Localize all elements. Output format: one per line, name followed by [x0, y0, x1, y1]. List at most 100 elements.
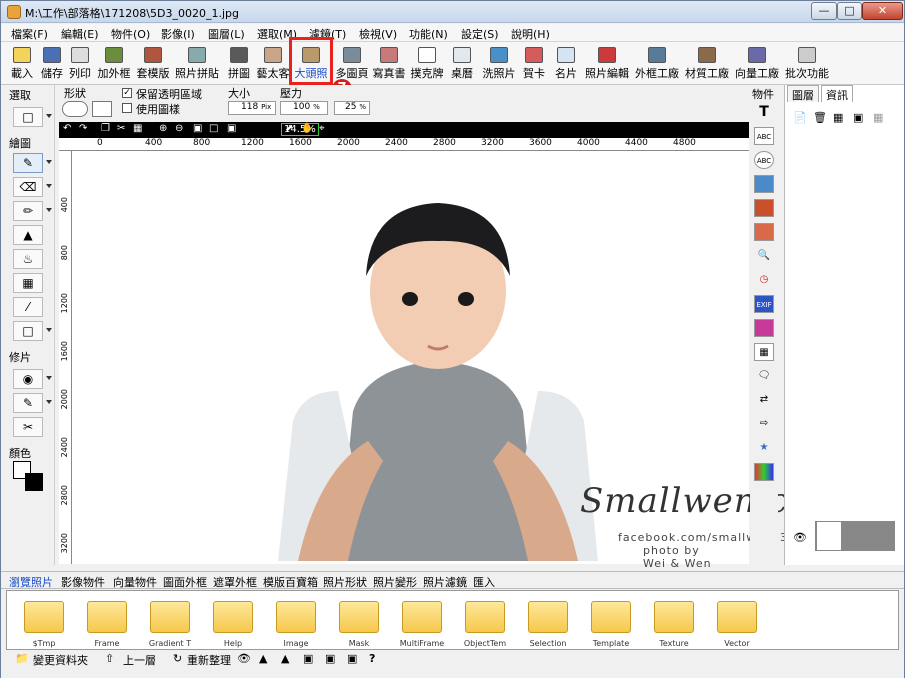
- pattern-icon[interactable]: [754, 463, 774, 481]
- pressure-field[interactable]: 100 %: [280, 101, 328, 115]
- layer-props-icon[interactable]: ▦: [833, 111, 843, 124]
- clone-tool[interactable]: ✂: [13, 417, 43, 437]
- circle-text-icon[interactable]: ABC: [754, 151, 774, 169]
- tab-photo-shapes[interactable]: 照片形狀: [323, 574, 367, 590]
- minimize-button[interactable]: —: [811, 2, 837, 20]
- brush-tool[interactable]: ✎: [13, 153, 52, 173]
- calendar-grid-icon[interactable]: ▦: [754, 343, 774, 361]
- sunset-object-icon[interactable]: [754, 199, 774, 217]
- print-photo-button[interactable]: 洗照片: [479, 44, 519, 84]
- folder-item[interactable]: $Tmp: [15, 597, 73, 651]
- help-button[interactable]: ?: [369, 652, 375, 665]
- menu-image[interactable]: 影像(I): [161, 26, 195, 42]
- tab-import[interactable]: 匯入: [473, 574, 495, 590]
- arrows-icon[interactable]: ⇄: [754, 391, 774, 409]
- folder-item[interactable]: Gradient T: [141, 597, 199, 651]
- arrow-right-icon[interactable]: ⇨: [754, 415, 774, 433]
- keep-transparent-checkbox[interactable]: ✓: [122, 88, 132, 98]
- folder-item[interactable]: Texture: [645, 597, 703, 651]
- add-frame-button[interactable]: 加外框: [95, 44, 133, 84]
- tab-templates[interactable]: 模版百寶箱: [263, 574, 318, 590]
- exif-icon[interactable]: EXIF: [754, 295, 774, 313]
- menu-file[interactable]: 檔案(F): [11, 26, 48, 42]
- namecard-button[interactable]: 名片: [551, 44, 581, 84]
- eye-view-icon[interactable]: 👁: [237, 652, 251, 665]
- folder-item[interactable]: ObjectTem: [456, 597, 514, 651]
- pencil-tool[interactable]: ✏: [13, 201, 52, 221]
- up-level-button[interactable]: 上一層: [123, 652, 156, 668]
- size-field[interactable]: 118 Pix: [228, 101, 276, 115]
- photo-edit-button[interactable]: 照片編輯: [583, 44, 631, 84]
- background-color-swatch[interactable]: [25, 473, 43, 491]
- hand-icon[interactable]: ✋: [301, 123, 313, 134]
- menu-help[interactable]: 說明(H): [511, 26, 550, 42]
- tab-browse-photos[interactable]: 瀏覽照片: [9, 574, 53, 590]
- use-layers-checkbox[interactable]: [122, 103, 132, 113]
- tab-info[interactable]: 資訊: [821, 85, 853, 102]
- retouch-brush-tool[interactable]: ✎: [13, 393, 52, 413]
- thumb-medium-icon[interactable]: ▣: [325, 652, 335, 665]
- shape-tool[interactable]: □: [13, 321, 52, 341]
- poker-button[interactable]: 撲克牌: [409, 44, 445, 84]
- folder-item[interactable]: Mask: [330, 597, 388, 651]
- magnifier-icon[interactable]: 🔍: [754, 247, 774, 265]
- fit-width-icon[interactable]: ▣: [227, 123, 236, 134]
- menu-view[interactable]: 檢視(V): [359, 26, 397, 42]
- extra-field[interactable]: 25 %: [334, 101, 370, 115]
- zoom-out-icon[interactable]: ⊖: [175, 123, 183, 134]
- actual-size-icon[interactable]: □: [209, 123, 218, 134]
- template-button[interactable]: 套模版: [135, 44, 171, 84]
- artist-button[interactable]: 藝太客: [255, 44, 291, 84]
- tab-image-objects[interactable]: 影像物件: [61, 574, 105, 590]
- menu-object[interactable]: 物件(O): [111, 26, 150, 42]
- text-tool-icon[interactable]: T: [754, 103, 774, 121]
- maximize-button[interactable]: □: [837, 2, 862, 20]
- rect-select-tool[interactable]: □: [13, 107, 52, 127]
- new-layer-icon[interactable]: 📄: [793, 111, 807, 124]
- close-button[interactable]: ✕: [862, 2, 903, 20]
- folder-item[interactable]: Image: [267, 597, 325, 651]
- copy-icon[interactable]: ❐: [101, 123, 110, 134]
- cut-icon[interactable]: ✂: [117, 123, 125, 134]
- folder-item[interactable]: MultiFrame: [393, 597, 451, 651]
- star-icon[interactable]: ★: [754, 439, 774, 457]
- fill-tool[interactable]: ♨: [13, 249, 43, 269]
- menu-edit[interactable]: 編輯(E): [61, 26, 99, 42]
- zoom-in-icon[interactable]: ⊕: [159, 123, 167, 134]
- thumb-large-icon[interactable]: ▣: [347, 652, 357, 665]
- red-eye-tool[interactable]: ◉: [13, 369, 52, 389]
- cake-icon[interactable]: [754, 319, 774, 337]
- up-level-icon[interactable]: ⇧: [105, 652, 114, 665]
- change-folder-icon[interactable]: 📁: [15, 652, 29, 665]
- thumb-small-icon[interactable]: ▣: [303, 652, 313, 665]
- eyedropper-tool[interactable]: ⁄: [13, 297, 43, 317]
- load-button[interactable]: 載入: [7, 44, 37, 84]
- crosshair-icon[interactable]: ⌖: [319, 123, 325, 134]
- tab-mask-frames[interactable]: 遮罩外框: [213, 574, 257, 590]
- layer-merge-icon[interactable]: ▦: [873, 111, 883, 124]
- menu-function[interactable]: 功能(N): [409, 26, 448, 42]
- change-folder-button[interactable]: 變更資料夾: [33, 652, 88, 668]
- folder-item[interactable]: Help: [204, 597, 262, 651]
- photo-canvas[interactable]: Smallwen.com facebook.com/smallwen53 pho…: [98, 161, 842, 570]
- refresh-icon[interactable]: ↻: [173, 652, 182, 665]
- gradient-tool[interactable]: ▦: [13, 273, 43, 293]
- folder-item[interactable]: Template: [582, 597, 640, 651]
- sort-up-icon[interactable]: ▲: [259, 652, 267, 665]
- layer-image-icon[interactable]: ▣: [853, 111, 863, 124]
- refresh-button[interactable]: 重新整理: [187, 652, 231, 668]
- layer-thumbnail[interactable]: [815, 521, 895, 551]
- sort-down-icon[interactable]: ▲: [281, 652, 289, 665]
- image-object-icon[interactable]: [754, 175, 774, 193]
- undo-icon[interactable]: ↶: [63, 123, 71, 134]
- photobook-button[interactable]: 寫真書: [371, 44, 407, 84]
- delete-layer-icon[interactable]: 🗑: [813, 111, 827, 124]
- shape-circle-option[interactable]: [62, 101, 88, 117]
- folder-item[interactable]: Vector: [708, 597, 766, 651]
- tab-photo-warp[interactable]: 照片變形: [373, 574, 417, 590]
- tab-frames[interactable]: 圖面外框: [163, 574, 207, 590]
- batch-button[interactable]: 批次功能: [783, 44, 831, 84]
- speech-bubble-icon[interactable]: 🗨: [754, 367, 774, 385]
- eraser-tool[interactable]: ⌫: [13, 177, 52, 197]
- tab-layers[interactable]: 圖層: [787, 85, 819, 102]
